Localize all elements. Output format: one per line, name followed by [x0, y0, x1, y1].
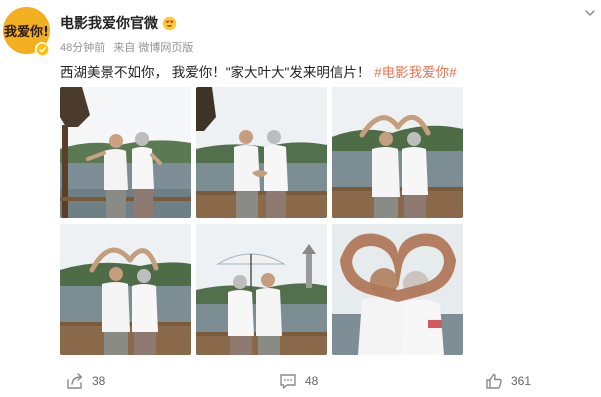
hashtag-link[interactable]: #电影我爱你#	[374, 65, 457, 80]
thumbs-up-icon	[486, 373, 502, 389]
comment-button[interactable]: 48	[279, 372, 318, 390]
post-source: 来自 微博网页版	[113, 42, 194, 54]
photo-3[interactable]	[332, 87, 463, 218]
share-button[interactable]: 38	[66, 372, 105, 390]
photo-6[interactable]	[332, 224, 463, 355]
comment-count: 48	[305, 374, 319, 388]
like-count: 361	[511, 374, 532, 388]
photo-grid	[60, 87, 463, 355]
post-menu-chevron-icon[interactable]	[583, 6, 597, 20]
share-count: 38	[92, 374, 106, 388]
post-body: 西湖美景不如你， 我爱你！"家大叶大"发来明信片！ #电影我爱你#	[60, 61, 457, 81]
verified-check-icon	[36, 43, 48, 55]
account-name[interactable]: 电影我爱你官微	[60, 13, 158, 33]
svg-text:我爱你!: 我爱你!	[4, 24, 49, 40]
comment-icon	[280, 374, 296, 389]
share-icon	[67, 373, 83, 389]
photo-1[interactable]	[60, 87, 191, 218]
account-name-row: 电影我爱你官微	[60, 13, 177, 33]
action-bar: 38 48 361	[0, 372, 601, 397]
heart-eyes-emoji-icon	[162, 16, 177, 31]
like-button[interactable]: 361	[485, 372, 531, 390]
photo-2[interactable]	[196, 87, 327, 218]
photo-4[interactable]	[60, 224, 191, 355]
post-meta: 48分钟前 来自 微博网页版	[60, 39, 198, 55]
photo-5[interactable]	[196, 224, 327, 355]
post-time[interactable]: 48分钟前	[60, 42, 105, 54]
post-text: 西湖美景不如你， 我爱你！"家大叶大"发来明信片！	[60, 65, 371, 80]
verified-badge	[35, 42, 49, 56]
